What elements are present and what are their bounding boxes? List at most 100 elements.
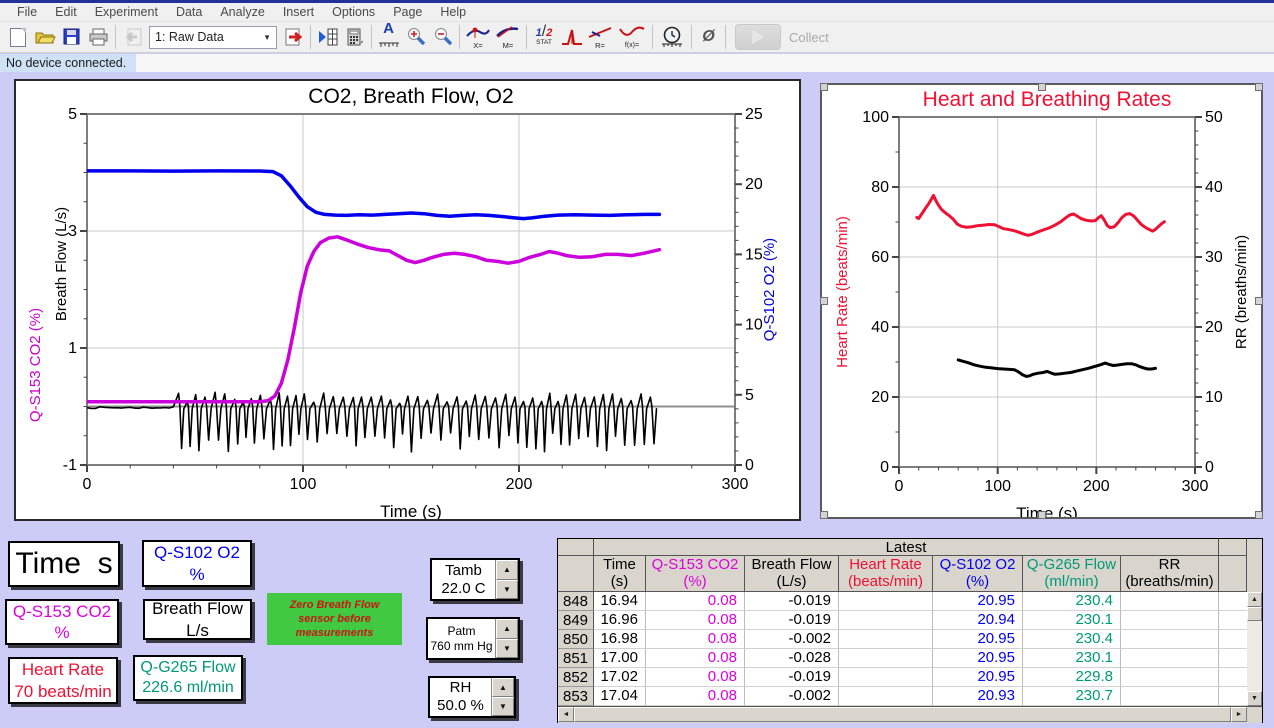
scroll-right-button[interactable]: ► (1231, 707, 1247, 722)
meter-breath-flow[interactable]: Breath Flow L/s (143, 599, 252, 640)
cell-rr[interactable] (1121, 687, 1219, 706)
cell-flow[interactable]: -0.028 (745, 649, 839, 668)
patm-increment-button[interactable]: ▲ (496, 619, 518, 639)
column-header-o2[interactable]: Q-S102 O2(%) (933, 556, 1023, 592)
cell-rr[interactable] (1121, 649, 1219, 668)
cell-flow[interactable]: -0.019 (745, 611, 839, 630)
cell-flow[interactable]: -0.002 (745, 630, 839, 649)
cell-rr[interactable] (1121, 611, 1219, 630)
meter-g265-flow[interactable]: Q-G265 Flow 226.6 ml/min (133, 655, 243, 701)
tamb-decrement-button[interactable]: ▼ (496, 580, 518, 600)
scroll-down-button[interactable]: ▼ (1247, 691, 1262, 706)
meter-time[interactable]: Time s (8, 541, 120, 587)
statistics-button[interactable]: 1/2 STAT (530, 24, 558, 50)
column-header-flow[interactable]: Breath Flow(L/s) (745, 556, 839, 592)
meter-heart-rate[interactable]: Heart Rate 70 beats/min (8, 657, 118, 704)
new-file-button[interactable] (4, 24, 31, 50)
next-page-button[interactable] (280, 24, 307, 50)
menu-item-experiment[interactable]: Experiment (86, 3, 167, 21)
cell-co2[interactable]: 0.08 (646, 687, 745, 706)
cell-hr[interactable] (839, 592, 933, 611)
cell-g265[interactable]: 230.4 (1023, 592, 1121, 611)
cell-o2[interactable]: 20.93 (933, 687, 1023, 706)
curve-fit-button[interactable]: f(x)= (615, 24, 649, 50)
dataset-selector[interactable]: 1: Raw Data ▼ (149, 26, 277, 49)
examine-button[interactable]: X= (463, 24, 493, 50)
resize-handle[interactable] (1038, 83, 1046, 91)
cell-co2[interactable]: 0.08 (646, 649, 745, 668)
cell-rr[interactable] (1121, 668, 1219, 687)
horizontal-scroll-thumb[interactable] (574, 707, 1231, 722)
cell-g265[interactable]: 230.4 (1023, 630, 1121, 649)
menu-item-file[interactable]: File (8, 3, 46, 21)
cell-rr[interactable] (1121, 592, 1219, 611)
column-header-g265[interactable]: Q-G265 Flow(ml/min) (1023, 556, 1121, 592)
resize-handle[interactable] (1255, 297, 1263, 305)
cell-flow[interactable]: -0.002 (745, 687, 839, 706)
cell-time[interactable]: 16.94 (594, 592, 646, 611)
cell-time[interactable]: 17.00 (594, 649, 646, 668)
cell-hr[interactable] (839, 649, 933, 668)
data-table[interactable]: LatestTime(s)Q-S153 CO2(%)Breath Flow(L/… (557, 538, 1263, 723)
cell-hr[interactable] (839, 668, 933, 687)
cell-g265[interactable]: 229.8 (1023, 668, 1121, 687)
patm-decrement-button[interactable]: ▼ (496, 639, 518, 659)
data-collection-button[interactable] (656, 24, 688, 50)
zoom-out-button[interactable] (429, 24, 456, 50)
cell-hr[interactable] (839, 687, 933, 706)
cell-o2[interactable]: 20.95 (933, 630, 1023, 649)
rh-decrement-button[interactable]: ▼ (492, 697, 514, 716)
zero-button[interactable]: Ø (695, 24, 722, 50)
menu-item-insert[interactable]: Insert (274, 3, 323, 21)
menu-item-data[interactable]: Data (167, 3, 211, 21)
vertical-scroll-thumb[interactable] (1247, 607, 1262, 621)
scroll-left-button[interactable]: ◄ (558, 707, 574, 722)
cell-time[interactable]: 17.04 (594, 687, 646, 706)
cell-g265[interactable]: 230.1 (1023, 611, 1121, 630)
meter-o2[interactable]: Q-S102 O2 % (142, 540, 252, 587)
menu-item-analyze[interactable]: Analyze (211, 3, 273, 21)
column-header-time[interactable]: Time(s) (594, 556, 646, 592)
cell-time[interactable]: 17.02 (594, 668, 646, 687)
cell-time[interactable]: 16.96 (594, 611, 646, 630)
menu-item-page[interactable]: Page (384, 3, 431, 21)
cell-co2[interactable]: 0.08 (646, 668, 745, 687)
autoscale-button[interactable]: A (375, 24, 402, 50)
menu-item-help[interactable]: Help (431, 3, 475, 21)
cell-rr[interactable] (1121, 630, 1219, 649)
cell-o2[interactable]: 20.94 (933, 611, 1023, 630)
vertical-scrollbar[interactable]: ▲▼ (1247, 592, 1262, 706)
scroll-up-button[interactable]: ▲ (1247, 592, 1262, 607)
linear-fit-button[interactable]: R= (585, 24, 615, 50)
vertical-scroll-track[interactable] (1247, 621, 1262, 691)
cell-hr[interactable] (839, 630, 933, 649)
resize-handle[interactable] (1255, 83, 1263, 91)
cell-co2[interactable]: 0.08 (646, 630, 745, 649)
resize-handle[interactable] (1255, 511, 1263, 519)
tamb-increment-button[interactable]: ▲ (496, 560, 518, 580)
resize-handle[interactable] (1038, 511, 1046, 519)
calculator-button[interactable] (341, 24, 368, 50)
cell-flow[interactable]: -0.019 (745, 668, 839, 687)
cell-o2[interactable]: 20.95 (933, 668, 1023, 687)
graph-heart-breathing-rates[interactable]: 010020030002040608010001020304050Heart a… (820, 83, 1263, 519)
cell-hr[interactable] (839, 611, 933, 630)
menu-item-options[interactable]: Options (323, 3, 384, 21)
cell-o2[interactable]: 20.95 (933, 649, 1023, 668)
cell-flow[interactable]: -0.019 (745, 592, 839, 611)
integral-button[interactable] (558, 24, 585, 50)
column-header-rr[interactable]: RR(breaths/min) (1121, 556, 1219, 592)
rh-increment-button[interactable]: ▲ (492, 678, 514, 697)
zoom-in-button[interactable] (402, 24, 429, 50)
menu-item-edit[interactable]: Edit (46, 3, 86, 21)
cell-co2[interactable]: 0.08 (646, 611, 745, 630)
cell-g265[interactable]: 230.1 (1023, 649, 1121, 668)
open-file-button[interactable] (31, 24, 58, 50)
data-table-button[interactable] (314, 24, 341, 50)
graph-co2-breathflow-o2[interactable]: 0100200300-11350510152025CO2, Breath Flo… (14, 79, 801, 521)
column-header-hr[interactable]: Heart Rate(beats/min) (839, 556, 933, 592)
cell-co2[interactable]: 0.08 (646, 592, 745, 611)
save-button[interactable] (58, 24, 85, 50)
column-header-co2[interactable]: Q-S153 CO2(%) (646, 556, 745, 592)
horizontal-scrollbar[interactable]: ◄► (558, 706, 1262, 723)
